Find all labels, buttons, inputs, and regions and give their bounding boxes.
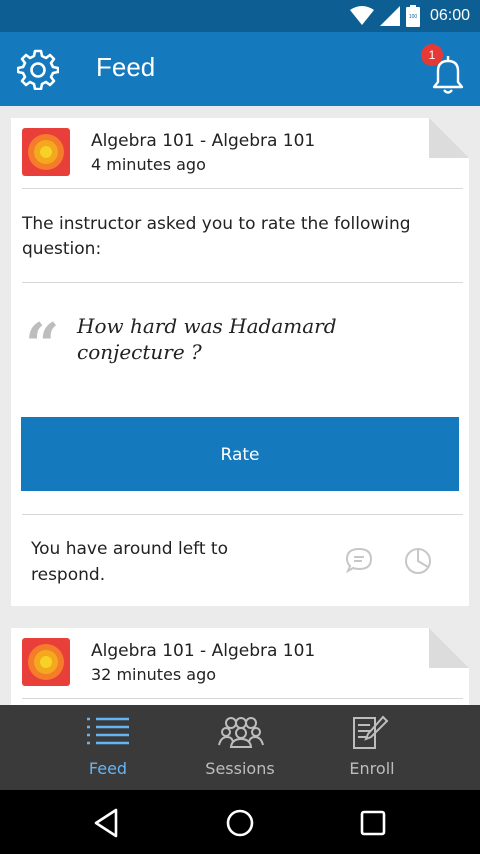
app-bar: Feed 1 (0, 32, 480, 106)
clock: 06:00 (429, 7, 470, 24)
battery-label: 100 (409, 14, 418, 20)
card-fold-corner (429, 118, 469, 158)
post-time: 32 minutes ago (91, 665, 217, 684)
timer-icon[interactable] (403, 546, 433, 576)
chat-icon[interactable] (345, 546, 373, 574)
bottom-tab-bar: Feed Sessions Enroll (0, 705, 480, 790)
feed-card: Algebra 101 - Algebra 101 32 minutes ago (11, 628, 469, 708)
status-bar: 100 06:00 (0, 0, 480, 32)
gear-icon[interactable] (17, 48, 59, 90)
notification-badge: 1 (421, 44, 443, 66)
course-name: Algebra 101 - Algebra 101 (91, 641, 316, 661)
course-name: Algebra 101 - Algebra 101 (91, 131, 316, 151)
edit-document-icon (353, 715, 389, 749)
battery-icon: 100 (405, 5, 420, 27)
post-time: 4 minutes ago (91, 155, 206, 174)
page-title: Feed (96, 52, 156, 82)
course-logo (22, 638, 70, 686)
tab-label: Enroll (349, 759, 395, 778)
divider (22, 698, 463, 699)
rating-prompt: The instructor asked you to rate the fol… (22, 214, 411, 259)
card-fold-corner (429, 628, 469, 668)
rate-button[interactable]: Rate (21, 417, 459, 491)
divider (22, 514, 463, 515)
system-nav-bar (0, 790, 480, 854)
course-logo (22, 128, 70, 176)
divider (22, 188, 463, 189)
quote-icon: “ (25, 311, 60, 381)
time-left-text: You have around left to respond. (31, 539, 229, 585)
home-icon[interactable] (223, 806, 257, 840)
list-icon (87, 717, 129, 745)
status-icons: 100 06:00 (349, 0, 470, 32)
divider (22, 282, 463, 283)
wifi-icon (349, 6, 374, 25)
feed-card: Algebra 101 - Algebra 101 4 minutes ago … (11, 118, 469, 606)
group-icon (218, 717, 264, 748)
cell-signal-icon (379, 6, 400, 26)
tab-enroll[interactable]: Enroll (292, 705, 452, 790)
question-text: How hard was Hadamard conjecture ? (77, 314, 337, 364)
recents-icon[interactable] (356, 806, 390, 840)
back-icon[interactable] (90, 806, 124, 840)
